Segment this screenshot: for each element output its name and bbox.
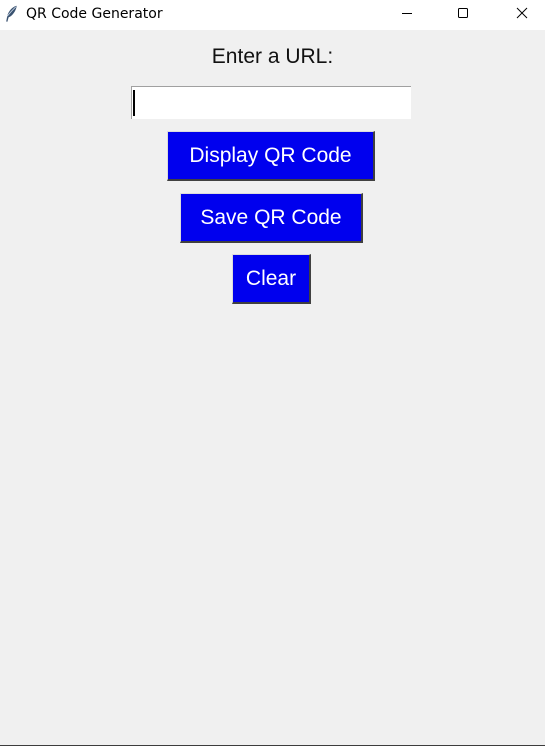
maximize-button[interactable] — [440, 0, 486, 30]
close-button[interactable] — [499, 0, 545, 30]
clear-button[interactable]: Clear — [232, 254, 311, 304]
save-qr-code-button[interactable]: Save QR Code — [180, 193, 363, 243]
url-label: Enter a URL: — [211, 45, 334, 68]
feather-icon — [4, 5, 18, 23]
app-window: QR Code Generator Enter a URL: Display Q… — [0, 0, 545, 746]
maximize-icon — [457, 6, 469, 24]
window-title: QR Code Generator — [26, 6, 163, 22]
title-bar[interactable]: QR Code Generator — [0, 0, 545, 30]
main-panel: Enter a URL: Display QR Code Save QR Cod… — [0, 30, 545, 745]
close-icon — [516, 6, 528, 24]
minimize-button[interactable] — [384, 0, 430, 30]
url-input[interactable] — [131, 86, 411, 119]
minimize-icon — [401, 6, 413, 24]
text-cursor — [133, 90, 135, 116]
display-qr-code-button[interactable]: Display QR Code — [167, 131, 375, 181]
